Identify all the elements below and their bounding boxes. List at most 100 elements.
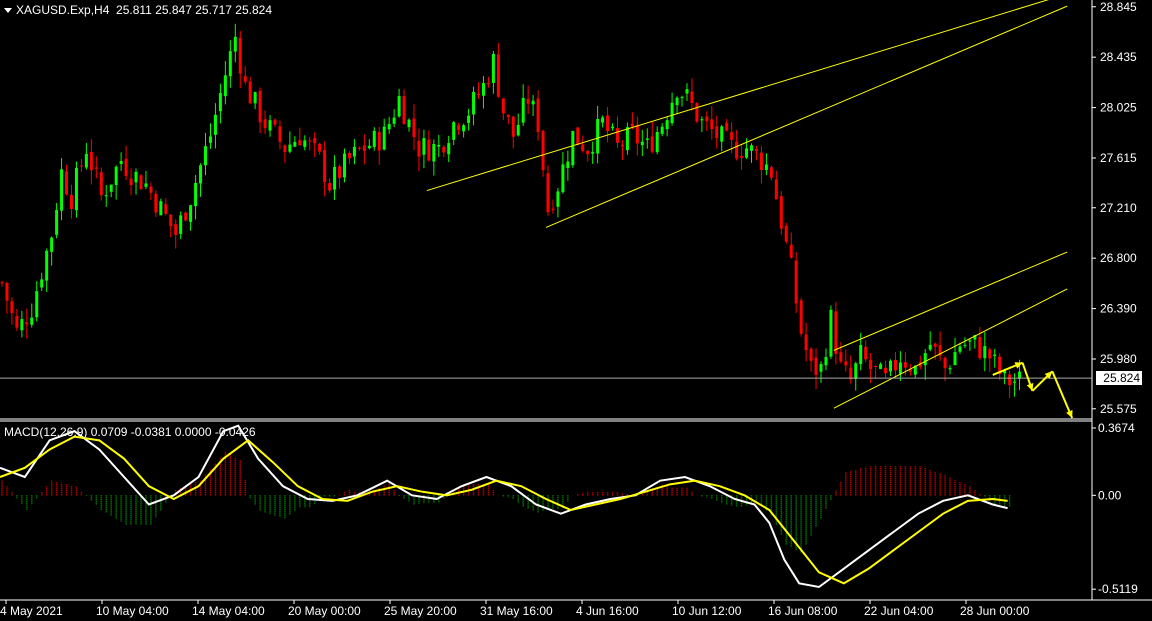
candle-body: [869, 360, 873, 370]
candle-body: [109, 184, 113, 192]
candle-body: [526, 98, 530, 104]
macd-tick-label: -0.5119: [1098, 582, 1138, 596]
candle-body: [10, 301, 14, 314]
candle-body: [670, 102, 674, 124]
candle-body: [640, 141, 644, 146]
candle-body: [814, 357, 818, 375]
candle-body: [620, 144, 624, 147]
macd-name: MACD(12,26,9): [4, 425, 88, 439]
candle-body: [829, 309, 833, 357]
candle-body: [516, 124, 520, 136]
dropdown-triangle-icon[interactable]: [4, 8, 12, 14]
candle-body: [342, 153, 346, 178]
price-tick-label: 28.845: [1100, 0, 1137, 14]
chart-header: XAGUSD.Exp,H4 25.811 25.847 25.717 25.82…: [4, 3, 272, 17]
price-tick-label: 25.980: [1100, 352, 1137, 366]
candle-body: [700, 119, 704, 121]
candle-body: [809, 348, 813, 361]
candle-body: [79, 165, 83, 167]
candle-body: [392, 117, 396, 124]
candle-body: [253, 92, 257, 104]
candle-body: [501, 98, 505, 114]
candle-body: [710, 119, 714, 130]
candle-body: [452, 122, 456, 140]
macd-tick-label: 0.3674: [1098, 421, 1135, 435]
candle-body: [164, 204, 168, 214]
candle-body: [546, 173, 550, 213]
candle-body: [387, 123, 391, 130]
candle-body: [199, 165, 203, 184]
candle-body: [506, 114, 510, 117]
candle-body: [40, 279, 44, 288]
candle-body: [839, 352, 843, 362]
candle-body: [690, 91, 694, 103]
candle-body: [74, 168, 78, 211]
candle-body: [25, 322, 29, 325]
candle-body: [283, 145, 287, 153]
candle-body: [496, 54, 500, 97]
candle-body: [174, 224, 178, 235]
candle-body: [635, 124, 639, 144]
candle-body: [625, 127, 629, 151]
candle-body: [99, 172, 103, 196]
time-tick-label: 25 May 20:00: [384, 604, 457, 618]
candle-body: [144, 183, 148, 187]
candle-body: [824, 357, 828, 366]
current-price-tag: 25.824: [1096, 371, 1142, 386]
candle-body: [119, 161, 123, 164]
candle-body: [581, 144, 585, 151]
candle-body: [536, 98, 540, 132]
candle-body: [799, 300, 803, 334]
open-value: 25.811: [116, 3, 152, 17]
candle-body: [238, 37, 242, 74]
candle-body: [665, 120, 669, 130]
candle-body: [303, 140, 307, 147]
low-value: 25.717: [195, 3, 232, 17]
candle-body: [60, 169, 64, 211]
candle-body: [189, 205, 193, 222]
candle-body: [84, 153, 88, 168]
candle-body: [357, 147, 361, 149]
candle-body: [184, 212, 188, 221]
candle-body: [372, 130, 376, 147]
symbol-label: XAGUSD.Exp,H4: [16, 3, 110, 17]
trend-channel-line: [833, 251, 1068, 351]
candle-body: [472, 91, 476, 115]
candle-body: [571, 131, 575, 166]
candle-body: [263, 119, 267, 129]
price-tick-label: 28.435: [1100, 50, 1137, 64]
candle-body: [784, 225, 788, 242]
time-tick-label: 4 Jun 16:00: [576, 604, 639, 618]
candle-body: [804, 334, 808, 351]
candle-body: [606, 115, 610, 132]
candle-body: [963, 344, 967, 346]
candle-body: [928, 344, 932, 350]
candle-body: [204, 146, 208, 166]
candle-body: [864, 346, 868, 360]
candle-body: [45, 250, 49, 281]
time-tick-label: 10 Jun 12:00: [672, 604, 742, 618]
candle-body: [596, 118, 600, 154]
chart-canvas[interactable]: 28.845 28.435 28.025 27.615 27.210 26.800 26.3…: [0, 0, 1152, 621]
candle-body: [983, 346, 987, 359]
candle-body: [774, 179, 778, 200]
candle-body: [601, 117, 605, 123]
candle-body: [35, 291, 39, 318]
candle-body: [481, 82, 485, 96]
candle-body: [243, 76, 247, 82]
candle-body: [298, 140, 302, 146]
candle-body: [759, 152, 763, 171]
candle-body: [293, 141, 297, 147]
candle-body: [94, 167, 98, 169]
candle-body: [879, 364, 883, 369]
candle-body: [903, 362, 907, 368]
candle-body: [874, 365, 878, 367]
candle-body: [680, 96, 684, 98]
time-tick-label: 20 May 00:00: [288, 604, 361, 618]
candle-body: [705, 116, 709, 122]
candle-body: [988, 349, 992, 359]
candle-body: [561, 164, 565, 193]
candle-body: [323, 149, 327, 183]
candle-body: [556, 191, 560, 207]
candle-body: [978, 337, 982, 359]
